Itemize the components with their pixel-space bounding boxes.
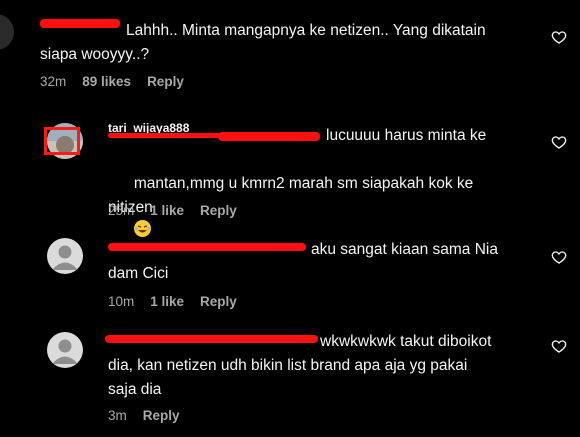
comments-panel: Lahhh.. Minta mangapnya ke netizen.. Yan… [0, 0, 580, 437]
comment-text-line1: aku sangat kiaan sama Nia [311, 241, 498, 258]
comment-meta: 10m 1 like Reply [108, 294, 237, 309]
redacted-username-strike [108, 133, 220, 138]
comment-meta: 3m Reply [108, 408, 180, 423]
heart-icon[interactable] [551, 134, 567, 150]
comment-4: wkwkwkwk takut diboikot dia, kan netizen… [0, 320, 580, 437]
reply-button[interactable]: Reply [147, 74, 184, 89]
redacted-username [105, 335, 318, 343]
timestamp: 10m [108, 294, 135, 309]
comment-meta: 25m 1 like Reply [108, 203, 237, 218]
reply-button[interactable]: Reply [200, 203, 237, 218]
heart-icon[interactable] [551, 29, 567, 45]
comment-1: Lahhh.. Minta mangapnya ke netizen.. Yan… [0, 0, 580, 105]
likes-count[interactable]: 1 like [150, 294, 184, 309]
comment-text-rest: dia, kan netizen udh bikin list brand ap… [108, 357, 468, 398]
avatar[interactable] [47, 332, 83, 368]
redacted-username [108, 243, 306, 251]
reply-button[interactable]: Reply [200, 294, 237, 309]
reply-button[interactable]: Reply [143, 408, 180, 423]
comment-text-rest: dam Cici [108, 265, 169, 282]
avatar[interactable] [47, 238, 83, 274]
likes-count[interactable]: 89 likes [82, 74, 131, 89]
comment-meta: 32m 89 likes Reply [40, 74, 184, 89]
likes-count[interactable]: 1 like [150, 203, 184, 218]
redacted-username [218, 132, 320, 141]
comment-2: tari_wijaya888 lucuuuu harus minta ke ma… [0, 105, 580, 237]
comment-text: Lahhh.. Minta mangapnya ke netizen.. Yan… [40, 22, 486, 63]
avatar[interactable] [0, 14, 14, 50]
comment-text-line1: lucuuuu harus minta ke [326, 127, 487, 144]
comment-text-line1: wkwkwkwk takut diboikot [320, 333, 492, 350]
timestamp: 3m [108, 408, 127, 423]
timestamp: 32m [40, 74, 67, 89]
heart-icon[interactable] [551, 338, 567, 354]
timestamp: 25m [108, 203, 135, 218]
redacted-avatar-overlay [44, 127, 80, 155]
heart-icon[interactable] [551, 249, 567, 265]
comment-3: aku sangat kiaan sama Nia dam Cici 10m 1… [0, 230, 580, 320]
